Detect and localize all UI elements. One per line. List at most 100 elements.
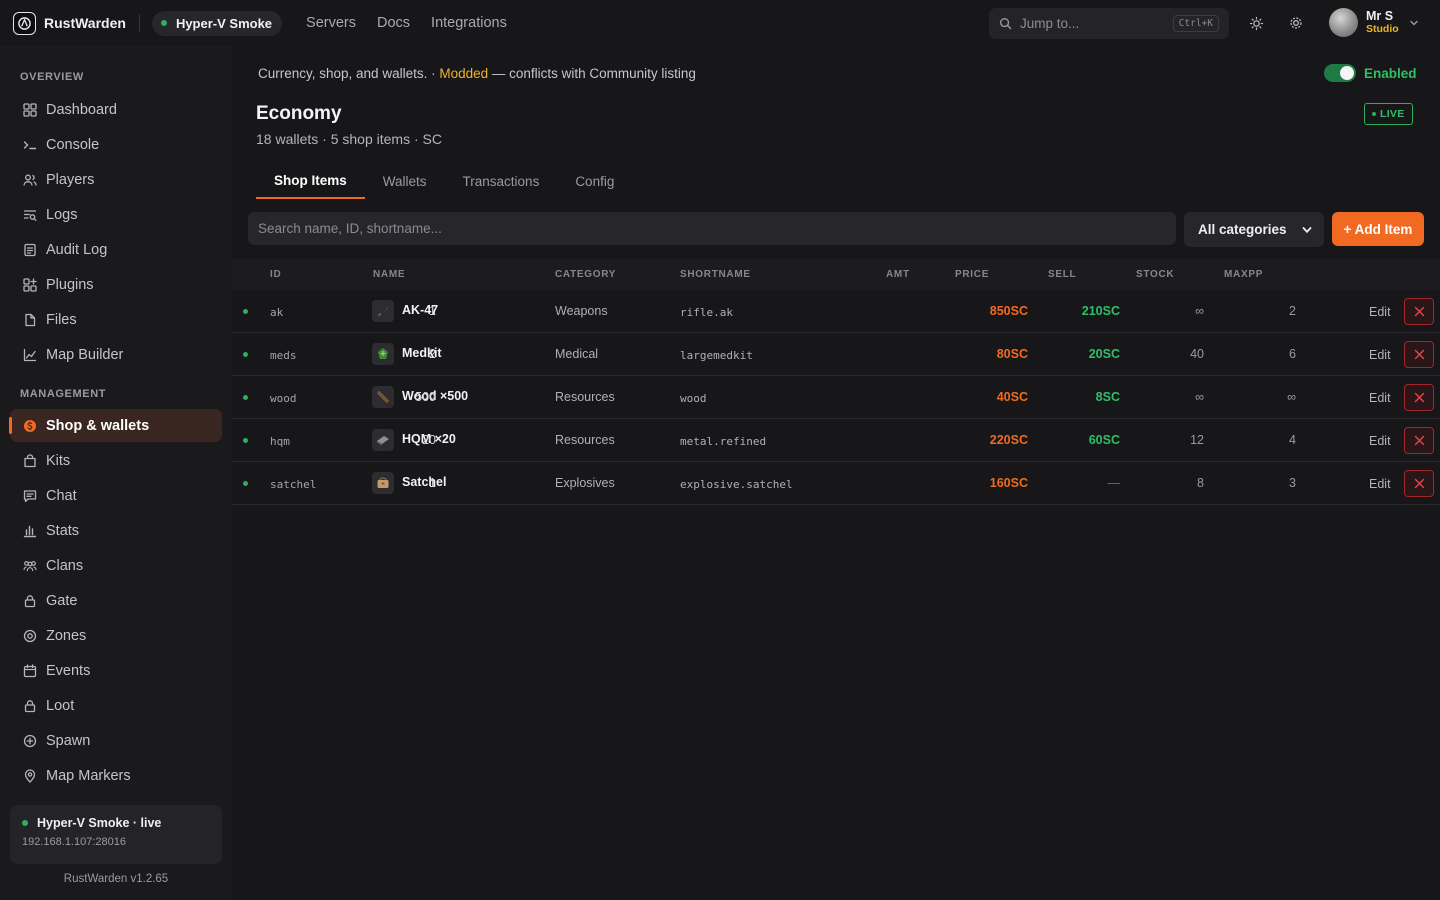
sidebar-item-spawn[interactable]: Spawn <box>10 724 222 757</box>
table-row[interactable]: wood Wood ×500 Resources wood 500 40SC 8… <box>232 376 1440 419</box>
server-address: 192.168.1.107:28016 <box>22 836 126 848</box>
edit-button[interactable]: Edit <box>1369 434 1391 448</box>
brand[interactable]: RustWarden <box>13 11 126 35</box>
sidebar-item-audit-log[interactable]: Audit Log <box>10 233 222 266</box>
server-selector[interactable]: Hyper-V Smoke <box>151 10 283 36</box>
sidebar-item-plugins[interactable]: Plugins <box>10 268 222 301</box>
delete-button[interactable] <box>1404 341 1434 368</box>
toggle-switch[interactable] <box>1324 64 1356 82</box>
table-row[interactable]: satchel Satchel Explosives explosive.sat… <box>232 462 1440 505</box>
item-category: Explosives <box>555 476 615 490</box>
sidebar-item-map-builder[interactable]: Map Builder <box>10 338 222 371</box>
tab-shop-items[interactable]: Shop Items <box>256 163 365 199</box>
table-row[interactable]: ak AK-47 Weapons rifle.ak 1 850SC 210SC … <box>232 290 1440 333</box>
sidebar-item-shop-wallets[interactable]: Shop & wallets <box>9 409 222 442</box>
item-id: wood <box>270 392 297 405</box>
sidebar-item-label: Audit Log <box>46 241 108 258</box>
description-conflict: — conflicts with Community listing <box>488 66 696 81</box>
nav-servers[interactable]: Servers <box>306 15 356 31</box>
tab-config[interactable]: Config <box>557 163 632 199</box>
close-icon <box>1414 349 1424 360</box>
plugins-grid-icon <box>22 277 38 293</box>
sidebar-item-map-markers[interactable]: Map Markers <box>10 759 222 792</box>
column-header-price[interactable]: PRICE <box>955 269 989 280</box>
item-id: meds <box>270 349 297 362</box>
delete-button[interactable] <box>1404 427 1434 454</box>
column-header-sell[interactable]: SELL <box>1048 269 1076 280</box>
delete-button[interactable] <box>1404 470 1434 497</box>
sun-icon[interactable] <box>1247 14 1265 32</box>
item-price: 160SC <box>989 476 1028 490</box>
rifle-icon <box>372 300 394 322</box>
edit-button[interactable]: Edit <box>1369 348 1391 362</box>
jump-input[interactable] <box>1020 16 1160 31</box>
table-row[interactable]: hqm HQM ×20 Resources metal.refined 20 2… <box>232 419 1440 462</box>
edit-button[interactable]: Edit <box>1369 477 1391 491</box>
sidebar-item-label: Players <box>46 171 95 188</box>
nav-docs[interactable]: Docs <box>377 15 410 31</box>
chevron-down-icon <box>1409 20 1418 25</box>
column-header-name[interactable]: NAME <box>373 269 405 280</box>
sidebar-item-console[interactable]: Console <box>10 128 222 161</box>
divider <box>138 14 140 32</box>
edit-button[interactable]: Edit <box>1369 391 1391 405</box>
sidebar-item-dashboard[interactable]: Dashboard <box>10 93 222 126</box>
chat-icon <box>22 488 38 504</box>
delete-button[interactable] <box>1404 298 1434 325</box>
sidebar-item-players[interactable]: Players <box>10 163 222 196</box>
close-icon <box>1414 392 1424 403</box>
sidebar-item-label: Loot <box>46 697 75 714</box>
sidebar-item-events[interactable]: Events <box>10 654 222 687</box>
column-header-maxpp[interactable]: MAXPP <box>1224 269 1263 280</box>
nav-integrations[interactable]: Integrations <box>431 15 507 31</box>
table-row[interactable]: meds Medkit Medical largemedkit 2 80SC 2… <box>232 333 1440 376</box>
item-max-per-player: 4 <box>1289 433 1296 447</box>
column-header-shortname[interactable]: SHORTNAME <box>680 269 751 280</box>
settings-gear-icon[interactable] <box>1287 14 1305 32</box>
add-item-button[interactable]: + Add Item <box>1332 212 1424 246</box>
coin-icon <box>22 418 38 434</box>
target-icon <box>22 628 38 644</box>
close-icon <box>1414 478 1424 489</box>
sidebar-item-gate[interactable]: Gate <box>10 584 222 617</box>
column-header-category[interactable]: CATEGORY <box>555 269 616 280</box>
server-status-card[interactable]: Hyper-V Smoke · live 192.168.1.107:28016 <box>10 805 222 864</box>
user-menu[interactable]: Mr S Studio <box>1329 8 1419 37</box>
group-icon <box>22 558 38 574</box>
category-select[interactable]: All categories <box>1184 212 1324 247</box>
avatar <box>1329 8 1358 37</box>
sidebar-item-chat[interactable]: Chat <box>10 479 222 512</box>
item-price: 40SC <box>996 390 1028 404</box>
toggle-label: Enabled <box>1364 65 1417 81</box>
sidebar-section-management: MANAGEMENT <box>20 388 107 400</box>
sidebar-item-stats[interactable]: Stats <box>10 514 222 547</box>
sidebar-item-clans[interactable]: Clans <box>10 549 222 582</box>
enabled-toggle[interactable]: Enabled <box>1324 64 1417 82</box>
terminal-icon <box>22 137 38 153</box>
sidebar-item-files[interactable]: Files <box>10 303 222 336</box>
lock-icon <box>22 593 38 609</box>
item-id: hqm <box>270 435 290 448</box>
tab-transactions[interactable]: Transactions <box>445 163 558 199</box>
tab-wallets[interactable]: Wallets <box>365 163 445 199</box>
sidebar-item-label: Shop & wallets <box>46 417 150 434</box>
sidebar-item-zones[interactable]: Zones <box>10 619 222 652</box>
item-stock: 12 <box>1190 433 1204 447</box>
sidebar-item-loot[interactable]: Loot <box>10 689 222 722</box>
live-badge: LIVE <box>1364 103 1413 125</box>
column-header-amt[interactable]: AMT <box>886 269 910 280</box>
delete-button[interactable] <box>1404 384 1434 411</box>
item-id: ak <box>270 306 284 319</box>
column-header-id[interactable]: ID <box>270 269 281 280</box>
column-header-stock[interactable]: STOCK <box>1136 269 1174 280</box>
sidebar-item-label: Plugins <box>46 276 94 293</box>
sidebar-item-logs[interactable]: Logs <box>10 198 222 231</box>
sidebar-item-kits[interactable]: Kits <box>10 444 222 477</box>
sidebar-item-label: Stats <box>46 522 80 539</box>
search-input[interactable] <box>248 212 1176 245</box>
edit-button[interactable]: Edit <box>1369 305 1391 319</box>
map-pin-icon <box>22 768 38 784</box>
jump-search[interactable]: Ctrl+K <box>989 8 1229 39</box>
online-status-dot <box>22 820 28 826</box>
category-select-value: All categories <box>1198 222 1287 237</box>
